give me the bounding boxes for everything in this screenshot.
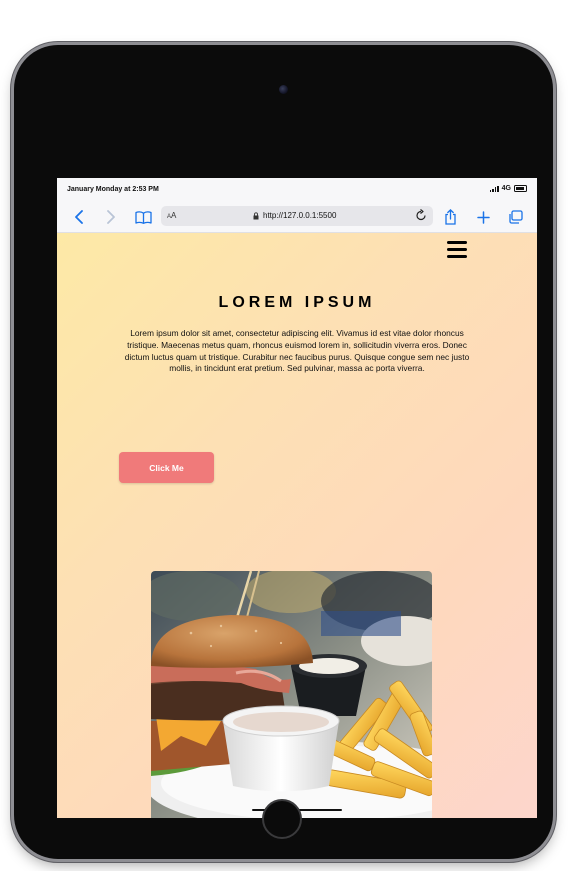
battery-icon — [514, 185, 527, 192]
share-icon[interactable] — [441, 207, 459, 227]
url-display[interactable]: http://127.0.0.1:5500 — [253, 211, 336, 220]
status-bar: January Monday at 2:53 PM 4G — [57, 178, 537, 203]
tablet-frame: January Monday at 2:53 PM 4G AAAA — [14, 45, 553, 859]
page-heading: LOREM IPSUM — [218, 294, 376, 311]
intro-paragraph: Lorem ipsum dolor sit amet, consectetur … — [124, 328, 470, 374]
chevron-right-icon[interactable] — [103, 207, 119, 227]
tabs-icon[interactable] — [506, 207, 524, 227]
plus-icon[interactable] — [474, 207, 492, 227]
reload-icon[interactable] — [415, 209, 427, 224]
address-bar[interactable]: AAAA http://127.0.0.1:5500 — [161, 206, 433, 226]
front-camera — [279, 85, 288, 94]
url-text: http://127.0.0.1:5500 — [263, 211, 337, 220]
lock-icon — [253, 211, 259, 219]
hamburger-menu-icon[interactable] — [447, 241, 467, 259]
chevron-left-icon[interactable] — [71, 207, 87, 227]
signal-icon — [489, 185, 499, 192]
bookmarks-icon[interactable] — [133, 207, 153, 227]
home-button[interactable] — [262, 799, 302, 839]
browser-toolbar: AAAA http://127.0.0.1:5500 — [57, 203, 537, 233]
reader-aa-button[interactable]: AAAA — [167, 211, 176, 220]
screen: January Monday at 2:53 PM 4G AAAA — [57, 178, 537, 818]
status-time: January Monday at 2:53 PM — [67, 186, 159, 193]
network-label: 4G — [501, 185, 511, 192]
click-me-button[interactable]: Click Me — [119, 452, 214, 483]
burger-image — [151, 571, 432, 818]
web-page: LOREM IPSUM Lorem ipsum dolor sit amet, … — [57, 233, 537, 818]
status-indicators: 4G — [489, 185, 527, 192]
